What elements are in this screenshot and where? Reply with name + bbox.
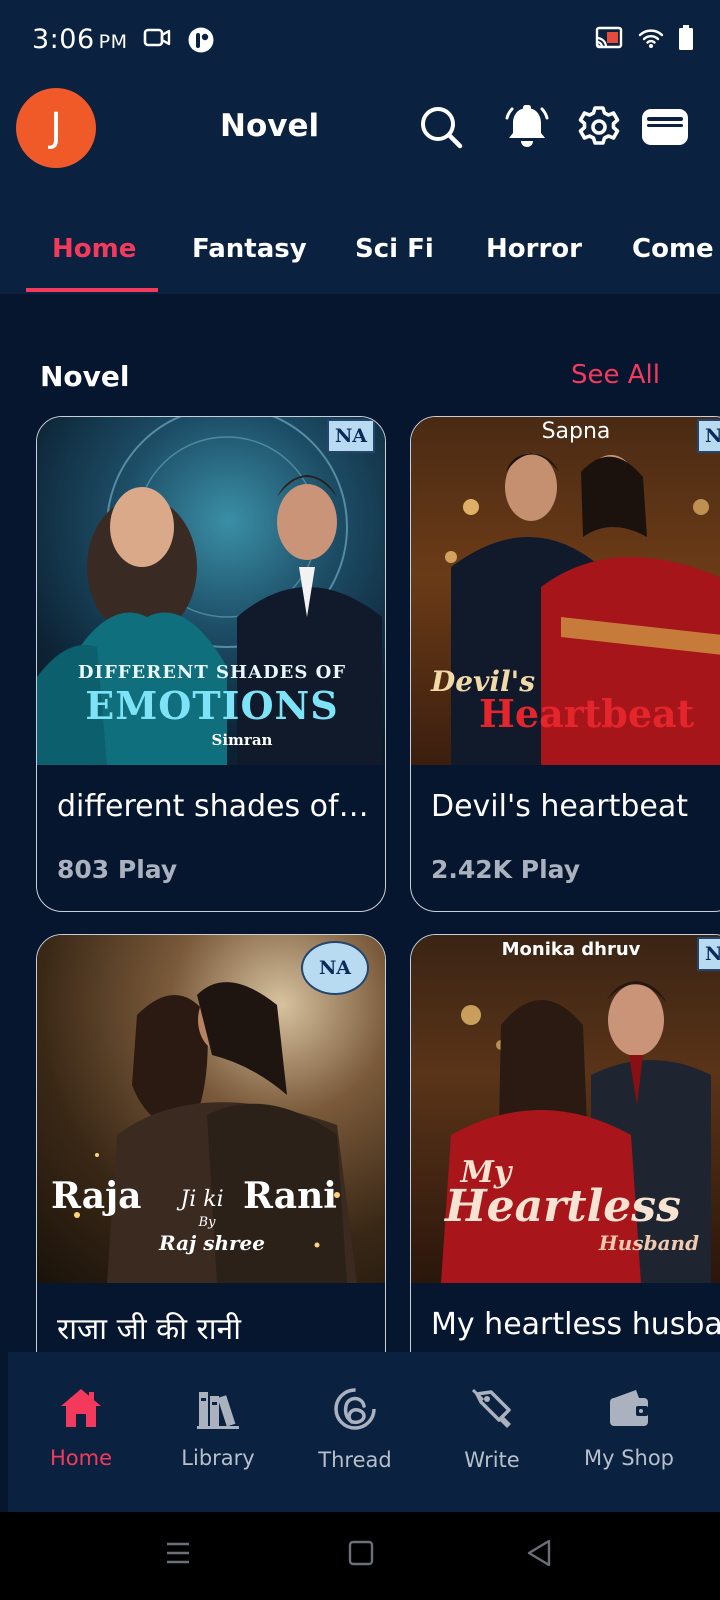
thread-icon xyxy=(332,1388,378,1436)
nav-thread-label: Thread xyxy=(318,1448,392,1472)
app-header: J Novel Home Fantasy Sci Fi Horror Come xyxy=(0,80,720,294)
home-icon xyxy=(58,1389,104,1434)
tab-sci-fi[interactable]: Sci Fi xyxy=(355,234,434,264)
cover-title-line1: Raja xyxy=(51,1175,142,1217)
status-bar: 3:06 PM xyxy=(0,0,720,80)
book-title: राजा जी की रानी xyxy=(57,1312,241,1347)
nav-library[interactable]: Library xyxy=(153,1386,283,1470)
book-cover: Sapna Devil's Heartbeat NA xyxy=(411,417,720,765)
cast-icon xyxy=(594,26,624,54)
cover-author: Raj shree xyxy=(158,1231,266,1255)
bell-icon[interactable] xyxy=(502,102,552,152)
book-cover: DIFFERENT SHADES OF EMOTIONS Simran NA xyxy=(37,417,385,765)
cover-title-line2: Rani xyxy=(243,1175,337,1217)
wallet-icon[interactable] xyxy=(640,102,690,152)
nav-my-shop-label: My Shop xyxy=(583,1446,675,1470)
cover-title-line2: Heartless xyxy=(445,1181,681,1232)
status-right-icons xyxy=(594,25,694,55)
cover-title-line1: DIFFERENT SHADES OF xyxy=(77,662,347,683)
status-time: 3:06 PM xyxy=(32,24,128,55)
na-badge-icon: NA xyxy=(327,419,375,453)
battery-icon xyxy=(678,25,694,55)
recent-apps-icon[interactable] xyxy=(165,1540,191,1570)
see-all-link[interactable]: See All xyxy=(571,360,660,390)
cover-author: Monika dhruv xyxy=(501,939,641,960)
book-play-count: 2.42K Play xyxy=(431,855,581,884)
book-title: different shades of ... xyxy=(57,789,375,824)
tab-horror[interactable]: Horror xyxy=(486,234,582,264)
status-time-value: 3:06 xyxy=(32,24,95,55)
tab-comedy[interactable]: Come xyxy=(632,234,714,264)
gear-icon[interactable] xyxy=(574,102,624,152)
wifi-icon xyxy=(638,27,664,53)
cover-title-line3: Husband xyxy=(598,1231,700,1255)
nav-my-shop[interactable]: My Shop xyxy=(564,1386,694,1470)
back-icon[interactable] xyxy=(525,1538,553,1572)
pen-icon xyxy=(469,1388,515,1436)
tab-fantasy[interactable]: Fantasy xyxy=(192,234,307,264)
search-icon[interactable] xyxy=(416,102,466,152)
nav-library-label: Library xyxy=(181,1446,255,1470)
na-badge-icon: NA xyxy=(697,419,720,453)
cover-title-line2: EMOTIONS xyxy=(85,683,339,728)
cover-author: Simran xyxy=(211,731,273,749)
cover-title-middle: Ji ki xyxy=(180,1187,224,1212)
video-call-icon xyxy=(143,26,171,58)
book-title: My heartless husba xyxy=(431,1307,720,1342)
category-tabs: Home Fantasy Sci Fi Horror Come xyxy=(0,220,720,294)
nav-write-label: Write xyxy=(464,1448,520,1472)
home-button-icon[interactable] xyxy=(348,1540,374,1570)
page-title: Novel xyxy=(220,108,320,144)
cover-author: Sapna xyxy=(541,419,611,444)
book-title: Devil's heartbeat xyxy=(431,789,688,824)
avatar-letter: J xyxy=(50,105,62,151)
library-icon xyxy=(195,1392,241,1434)
book-card[interactable]: DIFFERENT SHADES OF EMOTIONS Simran NA d… xyxy=(36,416,386,912)
nav-home-label: Home xyxy=(49,1446,112,1470)
nav-thread[interactable]: Thread xyxy=(290,1386,420,1472)
cover-title-line2: Heartbeat xyxy=(479,691,695,736)
na-badge-icon: NA xyxy=(697,937,720,971)
tab-home[interactable]: Home xyxy=(52,234,136,264)
na-badge-icon: NA xyxy=(301,941,369,995)
section-title: Novel xyxy=(40,360,130,393)
book-play-count: 803 Play xyxy=(57,855,178,884)
status-left-icons xyxy=(143,26,215,58)
book-card[interactable]: Sapna Devil's Heartbeat NA Devil's heart… xyxy=(410,416,720,912)
active-tab-indicator xyxy=(26,288,158,292)
nav-write[interactable]: Write xyxy=(427,1386,557,1472)
status-ampm: PM xyxy=(98,31,128,53)
book-cover: Monika dhruv My Heartless Husband NA xyxy=(411,935,720,1283)
nav-home[interactable]: Home xyxy=(16,1386,146,1470)
cover-by: By xyxy=(198,1215,216,1230)
bottom-navigation: Home Library Thread Write My Shop xyxy=(8,1352,720,1512)
system-navigation-bar xyxy=(0,1512,720,1600)
wallet-icon xyxy=(606,1390,652,1434)
avatar[interactable]: J xyxy=(16,88,96,168)
app-notification-icon xyxy=(187,26,215,58)
book-cover: Raja Ji ki Rani By Raj shree NA xyxy=(37,935,385,1283)
